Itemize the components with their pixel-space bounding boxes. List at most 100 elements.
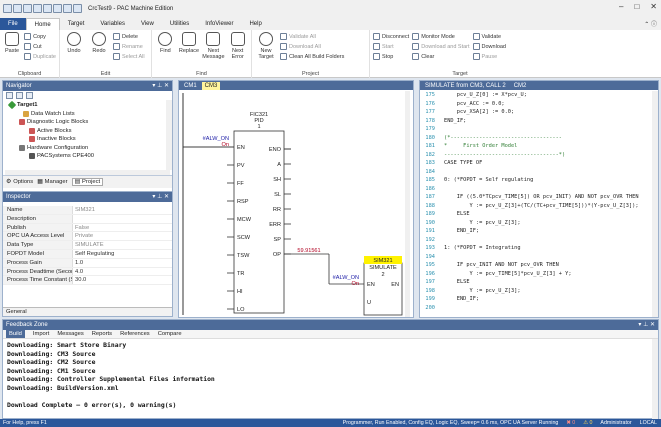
duplicate-button[interactable]: Duplicate	[24, 52, 56, 61]
tab-simulate[interactable]: SIMULATE from CM3, CALL 2	[422, 82, 509, 90]
vertical-scrollbar[interactable]	[652, 91, 658, 317]
tree-item-target1[interactable]: Target1	[5, 101, 170, 110]
rename-button[interactable]: Rename	[113, 42, 145, 51]
minimize-icon[interactable]: –	[619, 2, 623, 11]
copy-button[interactable]: Copy	[24, 32, 56, 41]
property-row[interactable]: Publish False	[3, 223, 172, 233]
validate-all-button[interactable]: Validate All	[280, 32, 344, 41]
tab-utilities[interactable]: Utilities	[162, 18, 197, 30]
tab-references[interactable]: References	[120, 330, 150, 338]
code-line[interactable]: 199 END_IF;	[420, 295, 652, 304]
download-button[interactable]: Download	[472, 42, 506, 51]
pin-icon[interactable]: ▾ ⊥ ✕	[152, 192, 169, 202]
tab-import[interactable]: Import	[33, 330, 49, 338]
quick-access-icon[interactable]	[13, 4, 22, 13]
quick-access-icon[interactable]	[3, 4, 12, 13]
tab-messages[interactable]: Messages	[57, 330, 83, 338]
download-all-button[interactable]: Download All	[280, 42, 344, 51]
new-target-button[interactable]: New Target	[255, 32, 277, 69]
ladder-canvas[interactable]: FIC321PID1#ALW_ONOn ENPVFFRSPMCWSCWTSWTRH…	[179, 91, 415, 317]
code-line[interactable]: 176 pcv_ACC := 0.0;	[420, 100, 652, 109]
property-row[interactable]: Process Gain 1.0	[3, 258, 172, 268]
find-button[interactable]: Find	[155, 32, 176, 69]
code-line[interactable]: 187 IF ((5.0*TCpcv_TIME[5]) OR pcv_INIT)…	[420, 193, 652, 202]
tree-item-pacsystems-cpe400[interactable]: PACSystems CPE400	[5, 152, 170, 161]
code-line[interactable]: 179	[420, 125, 652, 134]
code-line[interactable]: 192	[420, 236, 652, 245]
stop-button[interactable]: Stop	[373, 52, 409, 61]
tab-cm3[interactable]: CM3	[201, 81, 221, 90]
tab-cm1[interactable]: CM1	[181, 82, 200, 90]
tree-item-hardware-configuration[interactable]: Hardware Configuration	[5, 144, 170, 153]
tab-home[interactable]: Home	[25, 18, 60, 30]
tab-manager[interactable]: ▦ Manager	[37, 179, 67, 185]
tab-infoviewer[interactable]: InfoViewer	[197, 18, 241, 30]
clear-button[interactable]: Clear	[412, 52, 469, 61]
code-line[interactable]: 175 pcv_U_Z[0] := X*pcv_U;	[420, 91, 652, 100]
download-and-start-button[interactable]: Download and Start	[412, 42, 470, 51]
property-row[interactable]: OPC UA Access Level Private	[3, 232, 172, 242]
property-row[interactable]: Process Time Constant (Secor30.0	[3, 276, 172, 286]
clean-all-build-folders-button[interactable]: Clean All Build Folders	[280, 52, 344, 61]
property-row[interactable]: Process Deadtime (Seconds)4.0	[3, 267, 172, 277]
quick-access-icon[interactable]	[43, 4, 52, 13]
tab-help[interactable]: Help	[241, 18, 269, 30]
tab-view[interactable]: View	[133, 18, 162, 30]
code-line[interactable]: 198 Y := pcv_U_Z[3];	[420, 287, 652, 296]
code-line[interactable]: 196 Y := pcv_TIME[5]*pcv_U_Z[3] + Y;	[420, 270, 652, 279]
code-line[interactable]: 197 ELSE	[420, 278, 652, 287]
code-line[interactable]: 200	[420, 304, 652, 310]
code-line[interactable]: 185 0: (*FOPDT = Self regulating	[420, 176, 652, 185]
code-line[interactable]: 191 END_IF;	[420, 227, 652, 236]
quick-access-icon[interactable]	[63, 4, 72, 13]
code-line[interactable]: 184	[420, 168, 652, 177]
replace-button[interactable]: Replace	[179, 32, 200, 69]
code-line[interactable]: 183 CASE TYPE OF	[420, 159, 652, 168]
next-message-button[interactable]: Next Message	[202, 32, 225, 69]
code-line[interactable]: 178 END_IF;	[420, 117, 652, 126]
pin-icon[interactable]: ▾ ⊥ ✕	[638, 320, 655, 330]
tree-item-diagnostic-logic-blocks[interactable]: Diagnostic Logic Blocks	[5, 118, 170, 127]
tab-build[interactable]: Build	[6, 330, 25, 338]
property-row[interactable]: Description	[3, 214, 172, 224]
tab-options[interactable]: ⚙ Options	[6, 179, 33, 185]
code-line[interactable]: 182 ------------------------------------*…	[420, 151, 652, 160]
delete-button[interactable]: Delete	[113, 32, 145, 41]
vertical-scrollbar[interactable]	[166, 100, 172, 170]
tab-target[interactable]: Target	[60, 18, 93, 30]
cut-button[interactable]: Cut	[24, 42, 56, 51]
ribbon-collapse-icon[interactable]: ⌃ ⓘ	[644, 19, 657, 28]
toolbar-icon[interactable]	[6, 92, 13, 99]
toolbar-icon[interactable]	[26, 92, 33, 99]
quick-access-icon[interactable]	[23, 4, 32, 13]
tree-item-inactive-blocks[interactable]: Inactive Blocks	[5, 135, 170, 144]
tab-general[interactable]: General	[3, 307, 172, 316]
code-line[interactable]: 181 * First Order Model	[420, 142, 652, 151]
quick-access-icon[interactable]	[53, 4, 62, 13]
close-icon[interactable]: ✕	[650, 2, 657, 11]
tree-item-active-blocks[interactable]: Active Blocks	[5, 127, 170, 136]
validate-button[interactable]: Validate	[472, 32, 506, 41]
quick-access-icon[interactable]	[73, 4, 82, 13]
maximize-icon[interactable]: □	[634, 2, 639, 11]
tab-compare[interactable]: Compare	[158, 330, 182, 338]
tab-reports[interactable]: Reports	[92, 330, 112, 338]
tab-project[interactable]: ▤ Project	[71, 178, 104, 186]
quick-access-icon[interactable]	[33, 4, 42, 13]
tab-variables[interactable]: Variables	[92, 18, 133, 30]
code-line[interactable]: 177 pcv_XSA[2] := 0.0;	[420, 108, 652, 117]
paste-button[interactable]: Paste	[3, 32, 21, 69]
undo-button[interactable]: Undo	[63, 32, 85, 69]
property-row[interactable]: FOPDT Model Self Regulating	[3, 249, 172, 259]
code-area[interactable]: 175 pcv_U_Z[0] := X*pcv_U; 176 pcv_ACC :=…	[420, 91, 652, 309]
code-line[interactable]: 193 1: (*FOPDT = Integrating	[420, 244, 652, 253]
select-all-button[interactable]: Select All	[113, 52, 145, 61]
tab-cm2[interactable]: CM2	[511, 82, 530, 90]
start-button[interactable]: Start	[373, 42, 409, 51]
property-row[interactable]: Data Type SIMULATE	[3, 241, 172, 250]
vertical-scrollbar[interactable]	[652, 339, 658, 419]
code-line[interactable]: 188 Y := pcv_U_Z[3]+(TC/(TC+pcv_TIME[5])…	[420, 202, 652, 211]
vertical-scrollbar[interactable]	[405, 91, 410, 317]
code-line[interactable]: 189 ELSE	[420, 210, 652, 219]
redo-button[interactable]: Redo	[88, 32, 110, 69]
